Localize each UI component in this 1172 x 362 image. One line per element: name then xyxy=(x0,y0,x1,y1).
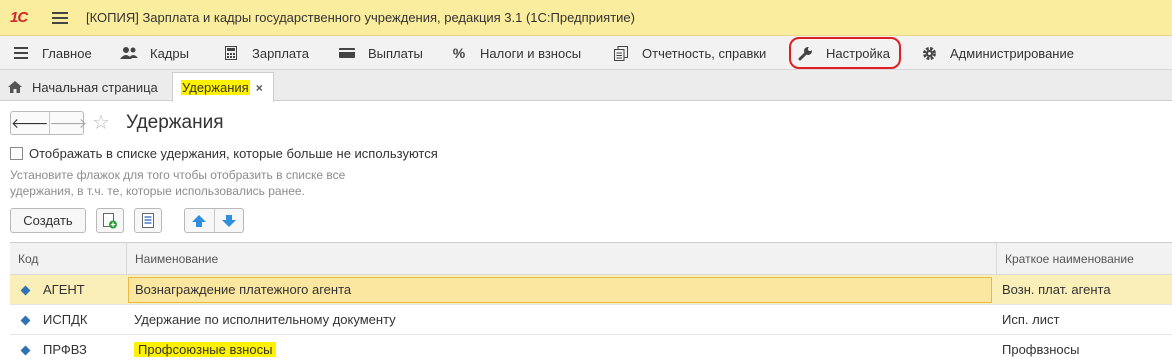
short-name-cell: Профвзносы xyxy=(1002,342,1080,357)
hint-line: удержания, в т.ч. те, которые использова… xyxy=(10,184,305,198)
column-header-name[interactable]: Наименование xyxy=(126,243,996,275)
list-mode-button[interactable] xyxy=(134,208,162,233)
menu-item-label: Администрирование xyxy=(950,45,1074,61)
code-value: АГЕНТ xyxy=(43,282,85,297)
name-cell[interactable]: Вознаграждение платежного агента xyxy=(128,277,992,303)
tab-label: Начальная страница xyxy=(32,79,158,95)
table-row[interactable]: ИСПДК Удержание по исполнительному докум… xyxy=(10,305,1172,335)
menu-item-salary[interactable]: Зарплата xyxy=(222,36,309,70)
menu-item-label: Настройка xyxy=(826,45,890,61)
close-icon[interactable]: × xyxy=(256,81,263,95)
sections-menu: Главное Кадры Зарплата Выплаты % Налоги … xyxy=(0,36,1172,70)
deductions-table: Код Наименование Краткое наименование АГ… xyxy=(10,242,1172,362)
title-bar: 1С [КОПИЯ] Зарплата и кадры государствен… xyxy=(0,0,1172,36)
item-icon xyxy=(20,315,31,325)
show-unused-checkbox-row[interactable]: Отображать в списке удержания, которые б… xyxy=(10,146,438,161)
tab-label: Удержания xyxy=(181,80,250,95)
column-header-code[interactable]: Код xyxy=(10,243,126,275)
code-value: ИСПДК xyxy=(43,312,88,327)
menu-item-taxes[interactable]: % Налоги и взносы xyxy=(450,36,581,70)
menu-item-reports[interactable]: Отчетность, справки xyxy=(612,36,766,70)
tab-home[interactable]: Начальная страница xyxy=(8,73,158,101)
copy-add-icon xyxy=(103,212,117,229)
move-up-button[interactable] xyxy=(185,209,215,232)
percent-icon: % xyxy=(452,45,466,61)
gear-icon xyxy=(920,45,938,61)
forward-button[interactable]: 🡒 xyxy=(50,112,88,134)
menu-item-label: Зарплата xyxy=(252,45,309,61)
menu-item-label: Выплаты xyxy=(368,45,423,61)
show-unused-checkbox[interactable] xyxy=(10,147,23,160)
code-cell: ПРФВЗ xyxy=(20,335,87,362)
table-header: Код Наименование Краткое наименование xyxy=(10,243,1172,275)
table-row[interactable]: АГЕНТ Вознаграждение платежного агента В… xyxy=(10,275,1172,305)
code-cell: АГЕНТ xyxy=(20,275,85,305)
menu-item-main[interactable]: Главное xyxy=(12,36,92,70)
menu-item-settings[interactable]: Настройка xyxy=(796,36,890,70)
history-nav: 🡐 🡒 xyxy=(10,111,87,135)
item-icon xyxy=(20,285,31,295)
highlighted-name: Профсоюзные взносы xyxy=(134,342,277,357)
menu-item-label: Кадры xyxy=(150,45,189,61)
open-tabs-bar: Начальная страница Удержания × xyxy=(0,70,1172,102)
menu-item-payments[interactable]: Выплаты xyxy=(338,36,423,70)
documents-icon xyxy=(612,45,630,61)
favorite-star-icon[interactable]: ☆ xyxy=(92,111,110,135)
short-name-cell: Исп. лист xyxy=(1002,312,1060,327)
name-cell[interactable]: Удержание по исполнительному документу xyxy=(128,305,992,335)
menu-item-admin[interactable]: Администрирование xyxy=(920,36,1074,70)
move-down-button[interactable] xyxy=(215,209,244,232)
code-value: ПРФВЗ xyxy=(43,342,87,357)
copy-button[interactable] xyxy=(96,208,124,233)
wallet-icon xyxy=(338,45,356,61)
calculator-icon xyxy=(222,45,240,61)
arrow-down-icon xyxy=(221,214,236,227)
create-button[interactable]: Создать xyxy=(10,208,86,233)
name-cell[interactable]: Профсоюзные взносы xyxy=(128,335,992,362)
move-buttons-group xyxy=(184,208,244,233)
hint-text: Установите флажок для того чтобы отобраз… xyxy=(10,167,380,199)
list-icon xyxy=(142,213,154,228)
window-title: [КОПИЯ] Зарплата и кадры государственног… xyxy=(86,10,635,25)
hint-line: Установите флажок для того чтобы отобраз… xyxy=(10,168,346,182)
people-icon xyxy=(120,45,138,61)
back-button[interactable]: 🡐 xyxy=(11,112,50,134)
page-title: Удержания xyxy=(126,112,224,133)
item-icon xyxy=(20,345,31,355)
menu-item-label: Главное xyxy=(42,45,92,61)
menu-item-label: Налоги и взносы xyxy=(480,45,582,61)
table-row[interactable]: ПРФВЗ Профсоюзные взносы Профвзносы xyxy=(10,335,1172,362)
hamburger-icon xyxy=(12,45,30,61)
arrow-up-icon xyxy=(192,214,207,227)
app-logo: 1С xyxy=(10,9,28,26)
checkbox-label: Отображать в списке удержания, которые б… xyxy=(29,146,438,161)
tab-deductions[interactable]: Удержания × xyxy=(172,72,274,102)
menu-item-hr[interactable]: Кадры xyxy=(120,36,189,70)
home-icon xyxy=(8,81,22,93)
menu-item-label: Отчетность, справки xyxy=(642,45,767,61)
column-header-short-name[interactable]: Краткое наименование xyxy=(996,243,1172,275)
code-cell: ИСПДК xyxy=(20,305,87,335)
main-menu-icon[interactable] xyxy=(52,11,68,24)
wrench-icon xyxy=(796,45,814,61)
short-name-cell: Возн. плат. агента xyxy=(1002,282,1111,297)
